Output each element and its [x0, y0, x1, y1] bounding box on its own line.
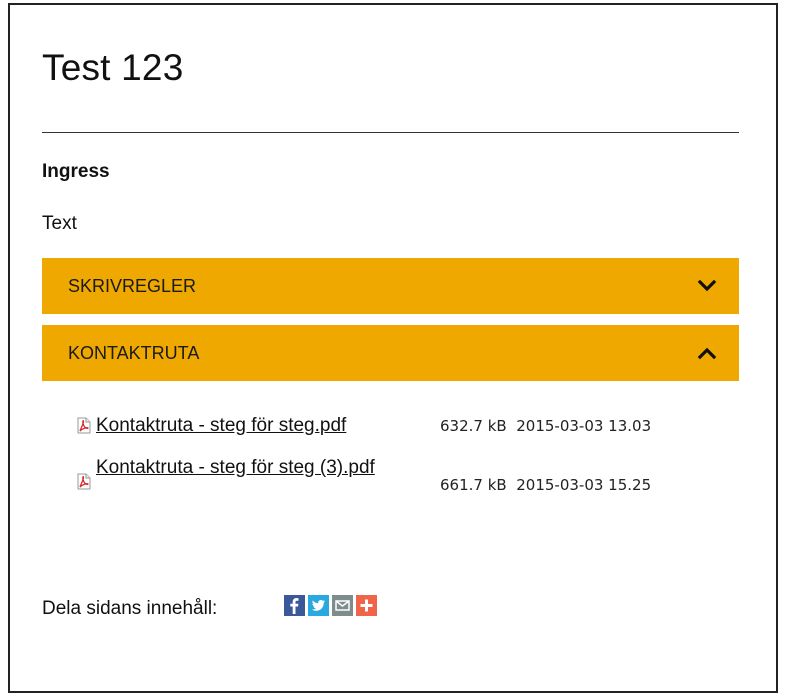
file-link[interactable]: Kontaktruta - steg för steg (3).pdf: [96, 455, 375, 480]
file-size: 661.7 kB: [440, 476, 507, 494]
accordion-label: KONTAKTRUTA: [68, 342, 200, 363]
pdf-icon: [77, 473, 91, 490]
file-meta: 632.7 kB 2015-03-03 13.03: [440, 417, 651, 435]
twitter-icon[interactable]: [308, 595, 329, 616]
pdf-icon: [77, 417, 91, 434]
share-buttons: [284, 595, 377, 616]
chevron-down-icon: [697, 279, 717, 292]
file-meta: 661.7 kB 2015-03-03 15.25: [440, 476, 651, 494]
ingress-heading: Ingress: [42, 161, 110, 182]
page-title: Test 123: [42, 47, 184, 88]
body-text: Text: [42, 213, 77, 234]
accordion-skrivregler[interactable]: SKRIVREGLER: [42, 258, 739, 314]
email-icon[interactable]: [332, 595, 353, 616]
share-label: Dela sidans innehåll:: [42, 598, 218, 619]
facebook-icon[interactable]: [284, 595, 305, 616]
file-date: 2015-03-03 13.03: [516, 417, 652, 435]
file-link[interactable]: Kontaktruta - steg för steg.pdf: [96, 413, 346, 438]
chevron-up-icon: [697, 347, 717, 360]
accordion-kontaktruta[interactable]: KONTAKTRUTA: [42, 325, 739, 381]
file-size: 632.7 kB: [440, 417, 507, 435]
file-date: 2015-03-03 15.25: [516, 476, 652, 494]
content-panel: Test 123 Ingress Text SKRIVREGLER KONTAK…: [8, 3, 778, 693]
title-divider: [42, 132, 739, 133]
file-item: Kontaktruta - steg för steg.pdf: [76, 413, 346, 438]
accordion-label: SKRIVREGLER: [68, 275, 197, 296]
file-item: Kontaktruta - steg för steg (3).pdf: [76, 455, 396, 490]
share-more-icon[interactable]: [356, 595, 377, 616]
